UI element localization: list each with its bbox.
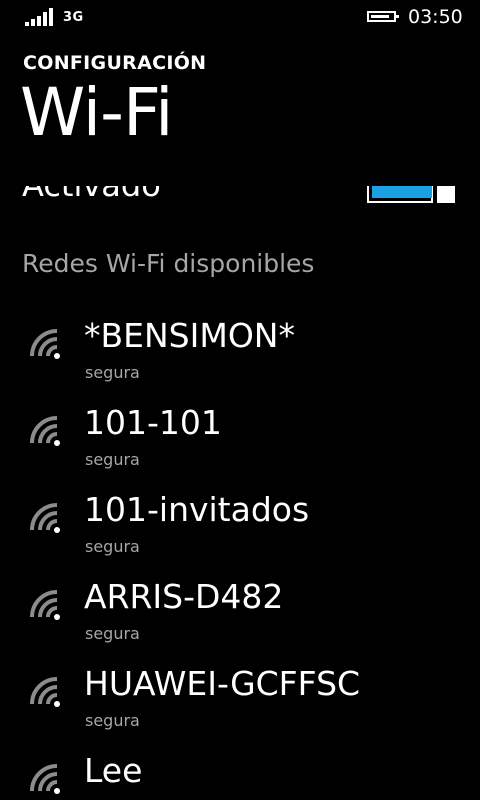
wifi-signal-icon [27,500,67,534]
network-security-label: segura [85,537,140,556]
network-name: ARRIS-D482 [84,577,284,616]
toggle-track [367,186,433,203]
wifi-state-label: Activado [22,186,161,204]
app-title: CONFIGURACIÓN [23,52,207,74]
network-list-item[interactable]: 101-101 segura [0,401,480,488]
network-name: *BENSIMON* [84,316,295,355]
available-networks-heading: Redes Wi-Fi disponibles [22,249,315,278]
network-security-label: segura [85,450,140,469]
network-security-label: segura [85,624,140,643]
toggle-thumb[interactable] [437,186,455,203]
network-list-item[interactable]: 101-invitados segura [0,488,480,575]
network-list-item[interactable]: HUAWEI-GCFFSC segura [0,662,480,749]
signal-strength-icon [25,8,55,26]
network-name: 101-101 [84,403,222,442]
status-bar: 3G 03:50 [0,0,480,36]
network-list-item[interactable]: Lee [0,749,480,800]
toggle-track-fill [372,186,432,198]
network-list-item[interactable]: *BENSIMON* segura [0,314,480,401]
wifi-signal-icon [27,674,67,708]
network-list-item[interactable]: ARRIS-D482 segura [0,575,480,662]
network-type-label: 3G [63,10,84,25]
wifi-signal-icon [27,587,67,621]
battery-icon [367,11,399,22]
settings-scroll-region[interactable]: Activado Redes Wi-Fi disponibles *BENSIM… [0,186,480,800]
network-name: Lee [84,751,143,790]
wifi-toggle-switch[interactable] [367,186,457,205]
network-security-label: segura [85,711,140,730]
wifi-signal-icon [27,413,67,447]
network-name: HUAWEI-GCFFSC [84,664,361,703]
wifi-signal-icon [27,326,67,360]
page-title: Wi-Fi [20,74,173,151]
wifi-signal-icon [27,761,67,795]
clock: 03:50 [408,6,463,28]
network-name: 101-invitados [84,490,310,529]
network-security-label: segura [85,363,140,382]
